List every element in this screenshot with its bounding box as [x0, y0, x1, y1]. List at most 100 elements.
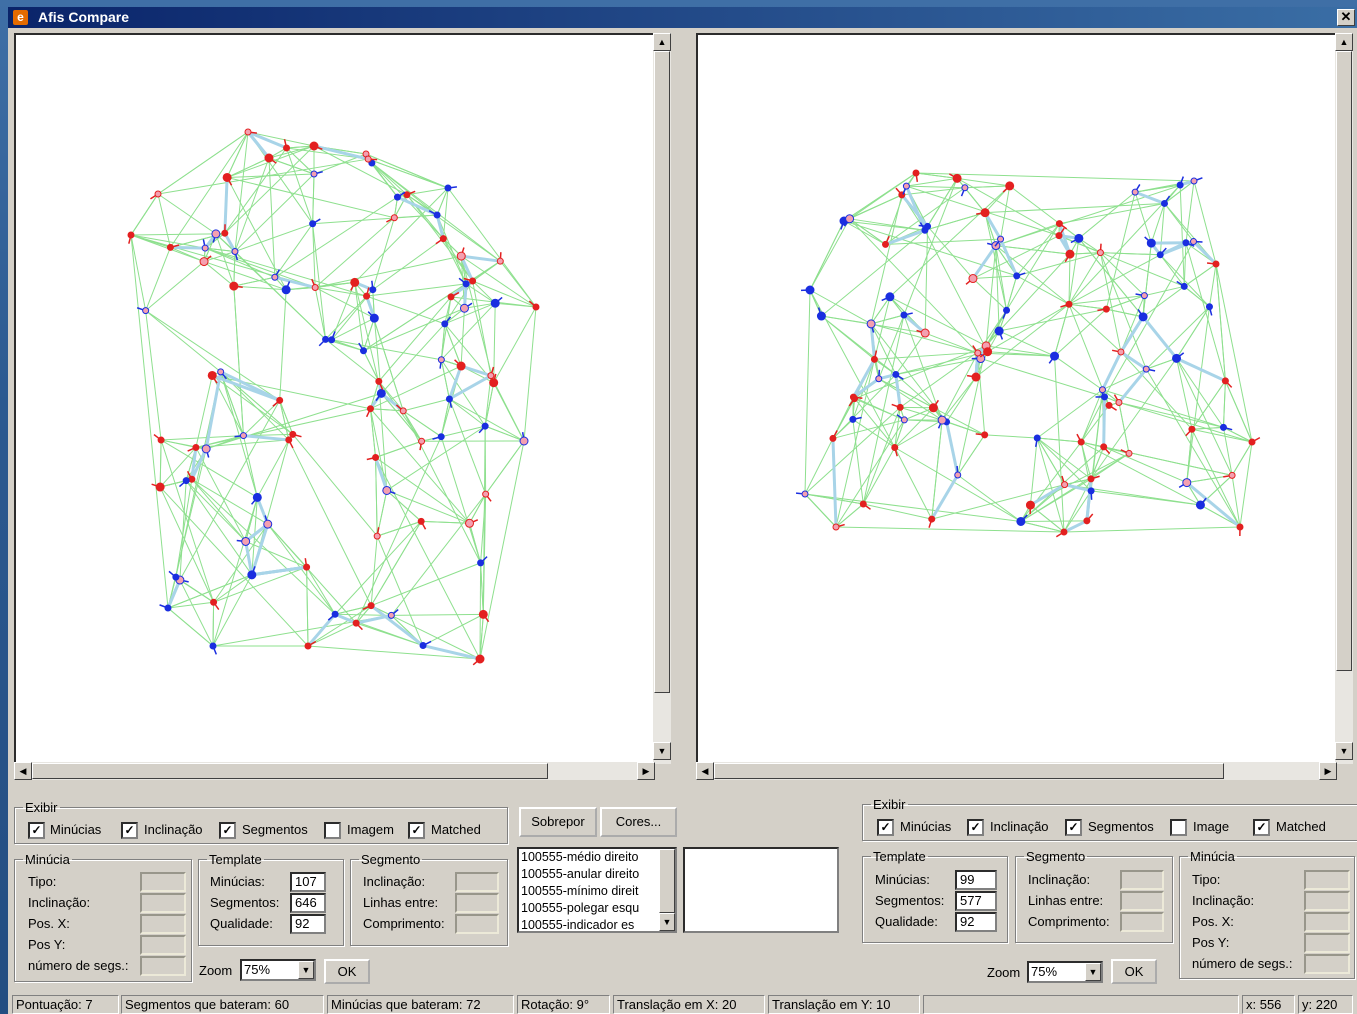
minutia-point[interactable] — [210, 598, 218, 606]
cores-button[interactable]: Cores... — [600, 807, 677, 837]
minutia-point[interactable] — [1146, 238, 1156, 248]
minutia-point[interactable] — [1115, 398, 1123, 406]
minutia-point[interactable] — [445, 395, 453, 403]
minutia-point[interactable] — [1228, 471, 1236, 479]
minutia-point[interactable] — [971, 372, 981, 382]
right-inclinacao-checkbox[interactable]: ✓ — [967, 819, 984, 836]
minutia-point[interactable] — [1205, 303, 1213, 311]
minutia-point[interactable] — [487, 372, 495, 380]
minutia-point[interactable] — [166, 243, 174, 251]
left-horizontal-scrollbar[interactable]: ◀ ▶ — [14, 762, 655, 780]
minutia-point[interactable] — [1219, 423, 1227, 431]
left-ok-button[interactable]: OK — [324, 959, 370, 984]
minutia-point[interactable] — [870, 355, 878, 363]
minutia-point[interactable] — [1142, 365, 1150, 373]
minutia-point[interactable] — [1016, 516, 1026, 526]
minutia-point[interactable] — [954, 471, 962, 479]
right-zoom-select[interactable]: 75% ▼ — [1027, 961, 1103, 983]
chevron-down-icon[interactable]: ▼ — [298, 961, 314, 979]
minutia-point[interactable] — [281, 285, 291, 295]
minutia-point[interactable] — [241, 536, 251, 546]
minutia-point[interactable] — [127, 231, 135, 239]
minutia-point[interactable] — [363, 292, 371, 300]
minutia-point[interactable] — [271, 273, 279, 281]
minutia-point[interactable] — [1248, 438, 1256, 446]
minutia-point[interactable] — [1005, 181, 1015, 191]
minutia-point[interactable] — [459, 303, 469, 313]
minutia-point[interactable] — [980, 208, 990, 218]
scroll-left-icon[interactable]: ◀ — [14, 762, 32, 780]
right-hscroll-thumb[interactable] — [714, 763, 1224, 779]
minutia-point[interactable] — [456, 361, 466, 371]
minutia-point[interactable] — [157, 436, 165, 444]
minutia-point[interactable] — [859, 500, 867, 508]
list-item[interactable]: 100555-indicador es — [519, 917, 675, 931]
left-segmentos-checkbox[interactable]: ✓ — [219, 822, 236, 839]
left-zoom-select[interactable]: 75% ▼ — [240, 959, 316, 981]
minutia-point[interactable] — [231, 248, 239, 256]
right-matched-checkbox[interactable]: ✓ — [1253, 819, 1270, 836]
minutia-point[interactable] — [376, 388, 386, 398]
minutia-point[interactable] — [462, 280, 470, 288]
left-hscroll-thumb[interactable] — [32, 763, 548, 779]
left-matched-checkbox[interactable]: ✓ — [408, 822, 425, 839]
scroll-left-icon[interactable]: ◀ — [696, 762, 714, 780]
minutia-point[interactable] — [375, 377, 383, 385]
right-vertical-scrollbar[interactable]: ▲ ▼ — [1335, 33, 1353, 764]
minutia-point[interactable] — [1096, 249, 1104, 257]
minutia-point[interactable] — [252, 492, 262, 502]
minutia-point[interactable] — [1125, 449, 1133, 457]
minutia-point[interactable] — [309, 220, 317, 228]
minutia-point[interactable] — [1182, 478, 1192, 488]
minutia-point[interactable] — [439, 235, 447, 243]
minutia-point[interactable] — [1189, 238, 1197, 246]
minutia-point[interactable] — [1013, 272, 1021, 280]
minutia-point[interactable] — [478, 609, 488, 619]
minutia-point[interactable] — [199, 257, 209, 267]
right-minucias-checkbox[interactable]: ✓ — [877, 819, 894, 836]
minutia-point[interactable] — [482, 490, 490, 498]
minutia-point[interactable] — [1065, 249, 1075, 259]
minutia-point[interactable] — [801, 490, 809, 498]
left-minucias-checkbox[interactable]: ✓ — [28, 822, 45, 839]
minutia-point[interactable] — [229, 281, 239, 291]
minutia-point[interactable] — [532, 303, 540, 311]
minutia-point[interactable] — [489, 378, 499, 388]
minutia-point[interactable] — [1025, 500, 1035, 510]
minutia-point[interactable] — [475, 654, 485, 664]
scroll-down-icon[interactable]: ▼ — [659, 913, 675, 931]
minutia-point[interactable] — [309, 141, 319, 151]
list-scrollbar[interactable]: ▼ — [659, 849, 675, 931]
minutia-point[interactable] — [885, 292, 895, 302]
left-fingerprint-canvas[interactable] — [14, 33, 655, 764]
minutia-point[interactable] — [1212, 260, 1220, 268]
minutia-point[interactable] — [983, 347, 993, 357]
minutia-point[interactable] — [845, 214, 855, 224]
minutia-point[interactable] — [1176, 181, 1184, 189]
minutia-point[interactable] — [1061, 481, 1069, 489]
minutia-point[interactable] — [849, 415, 857, 423]
minutia-point[interactable] — [244, 128, 252, 136]
minutia-point[interactable] — [437, 433, 445, 441]
minutia-point[interactable] — [304, 642, 312, 650]
minutia-point[interactable] — [481, 422, 489, 430]
right-segmentos-checkbox[interactable]: ✓ — [1065, 819, 1082, 836]
scroll-up-icon[interactable]: ▲ — [653, 33, 671, 51]
minutia-point[interactable] — [866, 319, 876, 329]
minutia-point[interactable] — [1182, 239, 1190, 247]
minutia-point[interactable] — [382, 485, 392, 495]
minutia-point[interactable] — [1180, 282, 1188, 290]
minutia-point[interactable] — [372, 453, 380, 461]
minutia-point[interactable] — [952, 173, 962, 183]
minutia-point[interactable] — [1101, 393, 1109, 401]
minutia-point[interactable] — [164, 604, 172, 612]
minutia-point[interactable] — [1221, 377, 1229, 385]
minutia-point[interactable] — [289, 430, 297, 438]
right-ok-button[interactable]: OK — [1111, 959, 1157, 984]
minutia-point[interactable] — [419, 642, 427, 650]
minutia-point[interactable] — [285, 436, 293, 444]
minutia-point[interactable] — [902, 182, 910, 190]
minutia-point[interactable] — [352, 619, 360, 627]
minutia-point[interactable] — [1098, 386, 1106, 394]
minutia-point[interactable] — [433, 211, 441, 219]
